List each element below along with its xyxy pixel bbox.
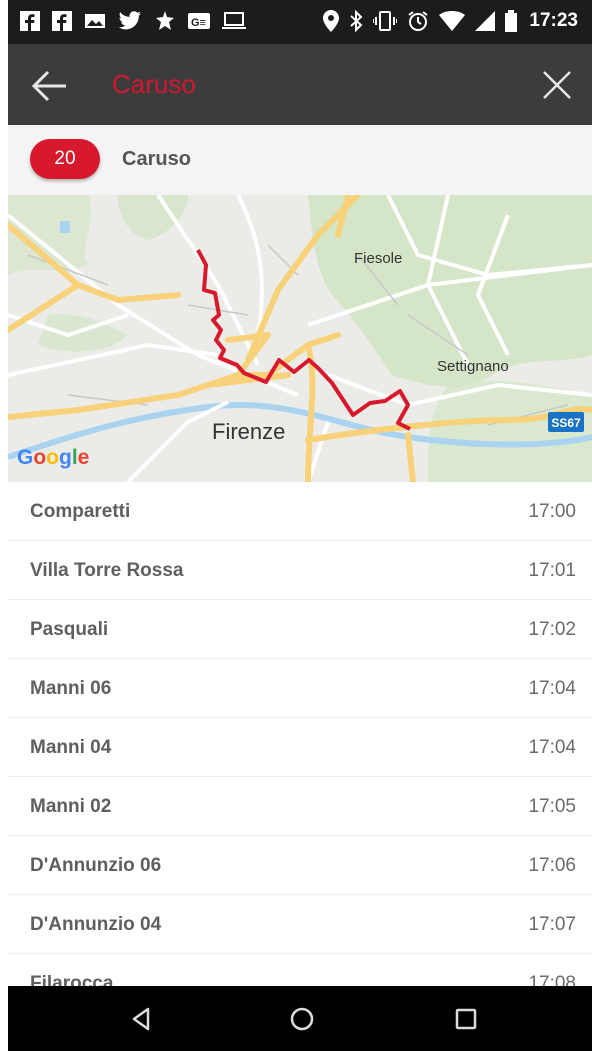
list-item[interactable]: Pasquali 17:02 bbox=[8, 600, 592, 659]
route-map[interactable]: Fiesole Settignano Firenze SS67 Google bbox=[8, 195, 592, 482]
list-item[interactable]: Manni 06 17:04 bbox=[8, 659, 592, 718]
map-label-fiesole: Fiesole bbox=[354, 250, 402, 267]
wifi-icon bbox=[439, 11, 466, 31]
stop-name: Filarocca bbox=[30, 973, 114, 986]
stop-name: Manni 02 bbox=[30, 796, 112, 817]
road-shield-label: SS67 bbox=[551, 416, 581, 430]
list-item[interactable]: Manni 02 17:05 bbox=[8, 777, 592, 836]
stop-time: 17:04 bbox=[528, 678, 576, 699]
close-icon[interactable] bbox=[540, 68, 574, 102]
map-label-firenze: Firenze bbox=[212, 419, 285, 444]
stop-name: Manni 04 bbox=[30, 737, 112, 758]
vibrate-icon bbox=[373, 11, 398, 31]
stop-time: 17:07 bbox=[528, 914, 576, 935]
system-icons: 17:23 bbox=[323, 10, 578, 32]
stop-time: 17:02 bbox=[528, 619, 576, 640]
stop-time: 17:05 bbox=[528, 796, 576, 817]
back-triangle-icon[interactable] bbox=[126, 1003, 158, 1035]
facebook-icon bbox=[52, 11, 72, 31]
laptop-icon bbox=[222, 12, 246, 29]
stop-name: D'Annunzio 04 bbox=[30, 914, 162, 935]
stop-name: Manni 06 bbox=[30, 678, 112, 699]
stop-name: Comparetti bbox=[30, 501, 131, 522]
route-name: Caruso bbox=[122, 148, 191, 170]
route-number-badge: 20 bbox=[30, 139, 100, 179]
battery-icon bbox=[505, 10, 518, 32]
svg-text:Google: Google bbox=[17, 446, 89, 469]
list-item[interactable]: D'Annunzio 06 17:06 bbox=[8, 836, 592, 895]
stop-time: 17:08 bbox=[528, 973, 576, 986]
airplane-icon bbox=[156, 11, 174, 30]
stop-name: Pasquali bbox=[30, 619, 109, 640]
navigation-bar bbox=[8, 986, 592, 1051]
road-shield-ss67: SS67 bbox=[548, 412, 584, 432]
translate-icon: G≡ bbox=[188, 13, 210, 29]
stop-list[interactable]: Comparetti 17:00 Villa Torre Rossa 17:01 Pas… bbox=[8, 482, 592, 986]
facebook-icon bbox=[20, 11, 40, 31]
stop-time: 17:04 bbox=[528, 737, 576, 758]
list-item[interactable]: Comparetti 17:00 bbox=[8, 482, 592, 541]
list-item[interactable]: Villa Torre Rossa 17:01 bbox=[8, 541, 592, 600]
home-circle-icon[interactable] bbox=[286, 1003, 318, 1035]
status-bar: G≡ 17:23 bbox=[8, 0, 592, 44]
list-item[interactable]: Filarocca 17:08 bbox=[8, 954, 592, 986]
stop-time: 17:06 bbox=[528, 855, 576, 876]
photo-notification-icon bbox=[85, 14, 105, 28]
stop-name: D'Annunzio 06 bbox=[30, 855, 162, 876]
back-arrow-icon[interactable] bbox=[30, 66, 70, 106]
notification-icons: G≡ bbox=[20, 10, 246, 32]
list-item[interactable]: Manni 04 17:04 bbox=[8, 718, 592, 777]
location-icon bbox=[323, 10, 340, 32]
alarm-icon bbox=[408, 11, 428, 31]
page-title: Caruso bbox=[112, 69, 196, 99]
google-logo: Google bbox=[17, 446, 89, 469]
stop-time: 17:01 bbox=[528, 560, 576, 581]
stop-time: 17:00 bbox=[528, 501, 576, 522]
recents-square-icon[interactable] bbox=[450, 1003, 482, 1035]
app-bar: Caruso bbox=[8, 44, 592, 125]
bluetooth-icon bbox=[350, 10, 363, 32]
svg-text:G≡: G≡ bbox=[191, 17, 206, 29]
status-time: 17:23 bbox=[529, 10, 578, 31]
map-canvas[interactable]: Fiesole Settignano Firenze SS67 Google bbox=[8, 195, 592, 482]
route-header: 20 Caruso bbox=[8, 125, 592, 195]
stop-name: Villa Torre Rossa bbox=[30, 560, 184, 581]
twitter-icon bbox=[118, 11, 142, 30]
signal-icon bbox=[475, 11, 496, 31]
list-item[interactable]: D'Annunzio 04 17:07 bbox=[8, 895, 592, 954]
map-label-settignano: Settignano bbox=[437, 358, 509, 375]
